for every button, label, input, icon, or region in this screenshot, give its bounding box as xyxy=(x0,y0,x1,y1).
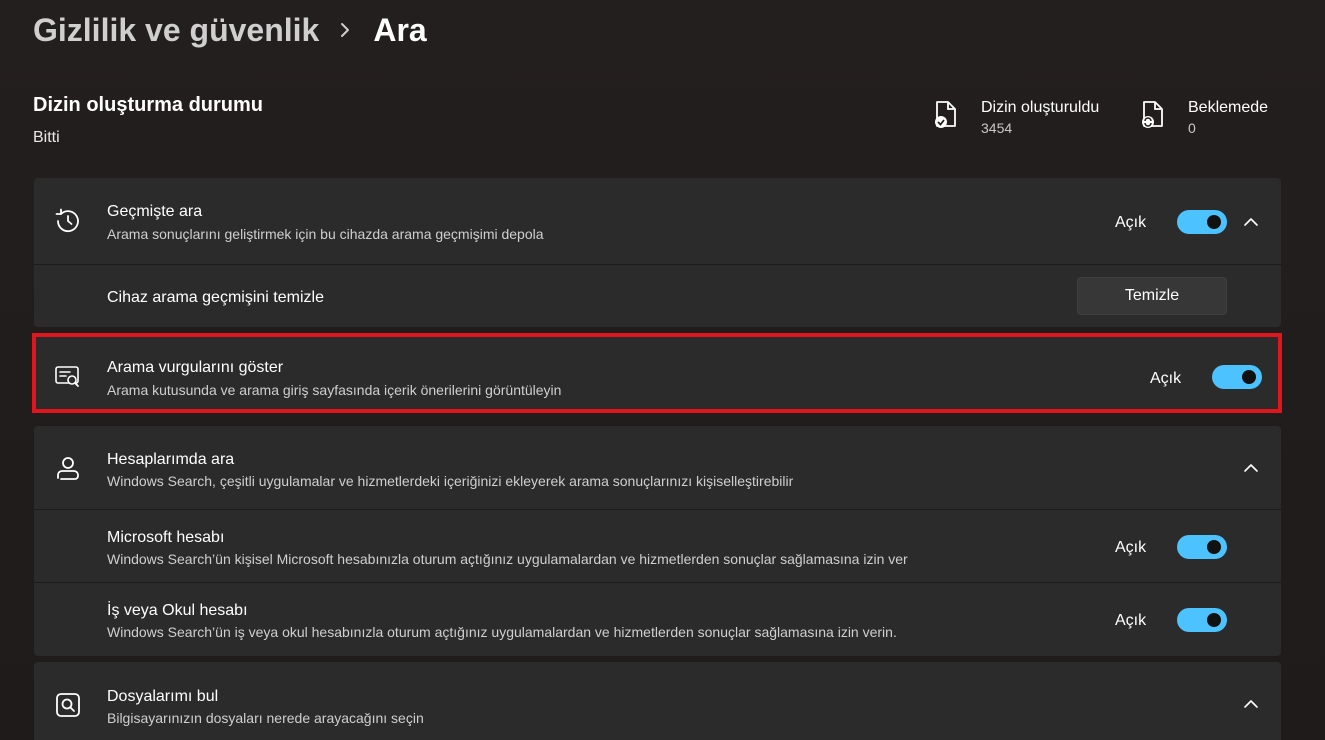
indexed-label: Dizin oluşturuldu xyxy=(981,99,1100,116)
search-box-icon xyxy=(54,691,82,719)
toggle-knob xyxy=(1207,215,1221,229)
pending-stat: Beklemede 0 xyxy=(1140,98,1268,138)
breadcrumb: Gizlilik ve güvenlik Ara xyxy=(33,8,427,52)
toggle-knob xyxy=(1207,613,1221,627)
toggle-knob xyxy=(1242,370,1256,384)
search-accounts-description: Windows Search, çeşitli uygulamalar ve h… xyxy=(107,473,794,489)
pending-value: 0 xyxy=(1188,120,1196,136)
work-account-title: İş veya Okul hesabı xyxy=(107,602,248,619)
person-icon xyxy=(54,454,82,482)
microsoft-account-state: Açık xyxy=(1115,539,1147,556)
microsoft-account-description: Windows Search’ün kişisel Microsoft hesa… xyxy=(107,551,908,567)
find-files-title: Dosyalarımı bul xyxy=(107,688,219,705)
search-highlights-state: Açık xyxy=(1150,370,1182,387)
chevron-up-icon[interactable] xyxy=(1241,458,1261,478)
search-highlights-card: Arama vurgularını göster Arama kutusunda… xyxy=(32,333,1282,413)
search-highlights-icon xyxy=(54,363,82,391)
find-files-description: Bilgisayarınızın dosyaları nerede arayac… xyxy=(107,710,424,726)
microsoft-account-toggle[interactable] xyxy=(1177,535,1227,559)
search-highlights-toggle[interactable] xyxy=(1212,365,1262,389)
indexed-value: 3454 xyxy=(981,120,1013,136)
search-history-title: Geçmişte ara xyxy=(107,203,203,220)
clear-history-label: Cihaz arama geçmişini temizle xyxy=(107,289,324,306)
find-files-card: Dosyalarımı bul Bilgisayarınızın dosyala… xyxy=(34,662,1281,740)
search-history-card: Geçmişte ara Arama sonuçlarını geliştirm… xyxy=(34,178,1281,327)
search-history-state: Açık xyxy=(1115,214,1147,231)
indexing-status-title: Dizin oluşturma durumu xyxy=(33,94,263,116)
clear-history-button[interactable]: Temizle xyxy=(1077,277,1227,315)
chevron-up-icon[interactable] xyxy=(1241,212,1261,232)
search-history-description: Arama sonuçlarını geliştirmek için bu ci… xyxy=(107,226,544,242)
breadcrumb-parent[interactable]: Gizlilik ve güvenlik xyxy=(33,12,319,49)
page-title: Ara xyxy=(373,11,427,48)
microsoft-account-row: Microsoft hesabı Windows Search’ün kişis… xyxy=(34,509,1281,583)
search-history-row[interactable]: Geçmişte ara Arama sonuçlarını geliştirm… xyxy=(34,178,1281,264)
indexed-stat: Dizin oluşturuldu 3454 xyxy=(933,98,1099,138)
pending-label: Beklemede xyxy=(1188,99,1269,116)
work-account-state: Açık xyxy=(1115,612,1147,629)
search-history-toggle[interactable] xyxy=(1177,210,1227,234)
work-account-row: İş veya Okul hesabı Windows Search’ün iş… xyxy=(34,582,1281,657)
search-accounts-title: Hesaplarımda ara xyxy=(107,451,235,468)
find-files-row[interactable]: Dosyalarımı bul Bilgisayarınızın dosyala… xyxy=(34,662,1281,740)
chevron-up-icon[interactable] xyxy=(1241,694,1261,714)
settings-page: Gizlilik ve güvenlik Ara Dizin oluşturma… xyxy=(0,0,1325,740)
search-highlights-title: Arama vurgularını göster xyxy=(107,359,284,376)
work-account-toggle[interactable] xyxy=(1177,608,1227,632)
search-highlights-description: Arama kutusunda ve arama giriş sayfasınd… xyxy=(107,382,562,398)
history-icon xyxy=(54,207,82,235)
indexing-status-value: Bitti xyxy=(33,129,60,146)
work-account-description: Windows Search’ün iş veya okul hesabınız… xyxy=(107,624,897,640)
search-accounts-row[interactable]: Hesaplarımda ara Windows Search, çeşitli… xyxy=(34,426,1281,509)
chevron-right-icon xyxy=(339,21,351,39)
document-sync-icon xyxy=(1140,100,1166,130)
microsoft-account-title: Microsoft hesabı xyxy=(107,529,225,546)
clear-history-row: Cihaz arama geçmişini temizle Temizle xyxy=(34,264,1281,328)
toggle-knob xyxy=(1207,540,1221,554)
document-check-icon xyxy=(933,100,959,130)
search-accounts-card: Hesaplarımda ara Windows Search, çeşitli… xyxy=(34,426,1281,656)
